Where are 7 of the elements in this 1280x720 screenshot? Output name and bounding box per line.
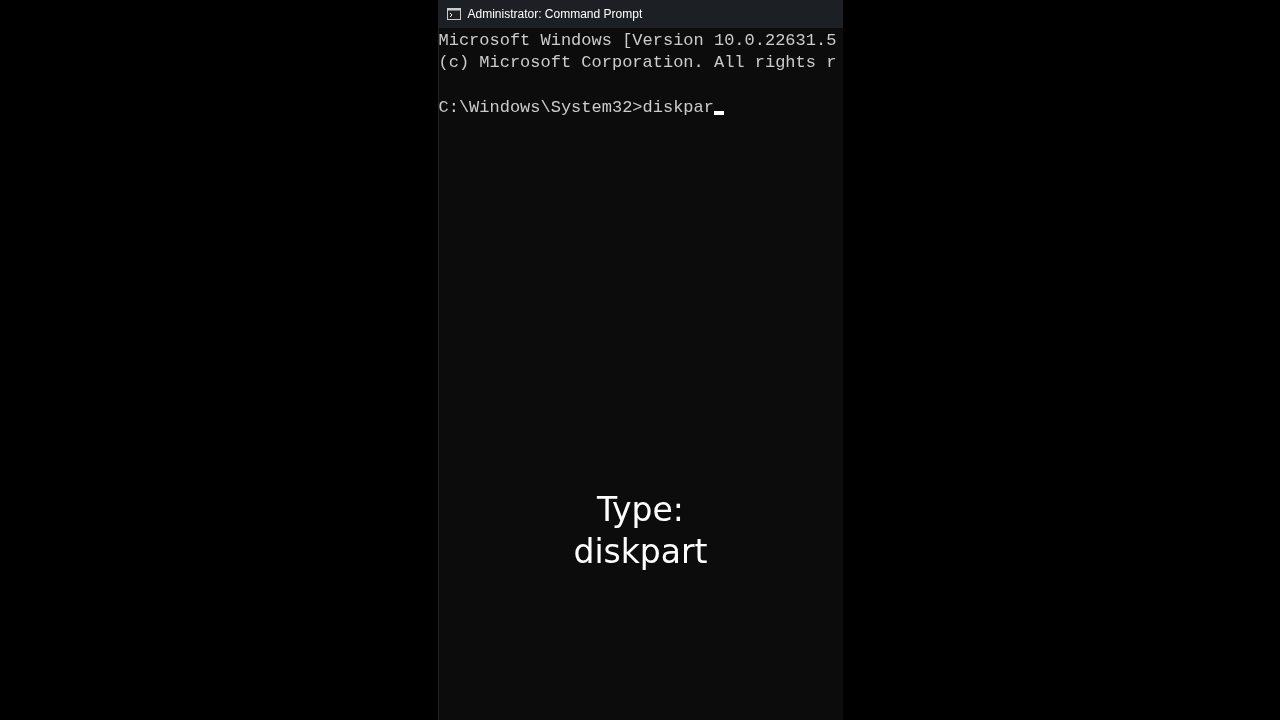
- terminal-icon: [446, 8, 461, 20]
- console-line: (c) Microsoft Corporation. All rights r: [438, 52, 838, 74]
- caption-text: diskpart: [573, 531, 708, 573]
- window-title: Administrator: Command Prompt: [467, 7, 643, 21]
- console-line: Microsoft Windows [Version 10.0.22631.5: [438, 30, 838, 52]
- caption-text: Type:: [597, 489, 684, 531]
- command-line: C:\Windows\System32>diskpar: [438, 97, 714, 119]
